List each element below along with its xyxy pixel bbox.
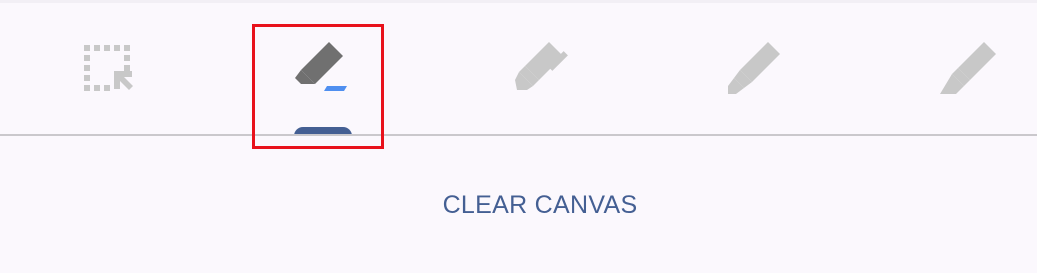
clear-canvas-button[interactable]: CLEAR CANVAS [420,178,660,232]
tool-pen-button[interactable] [489,3,589,134]
toolbar-divider [0,134,1037,136]
tool-highlighter-button[interactable] [920,3,1020,134]
pen-icon [515,41,568,90]
tool-eraser-button[interactable] [273,3,373,134]
tool-selection-button[interactable] [58,3,158,134]
tool-pencil-button[interactable] [704,3,804,134]
pencil-icon [728,41,780,94]
selection-icon [84,44,133,91]
eraser-icon [295,41,347,91]
tool-toolbar [0,3,1037,134]
highlighter-icon [940,41,996,94]
